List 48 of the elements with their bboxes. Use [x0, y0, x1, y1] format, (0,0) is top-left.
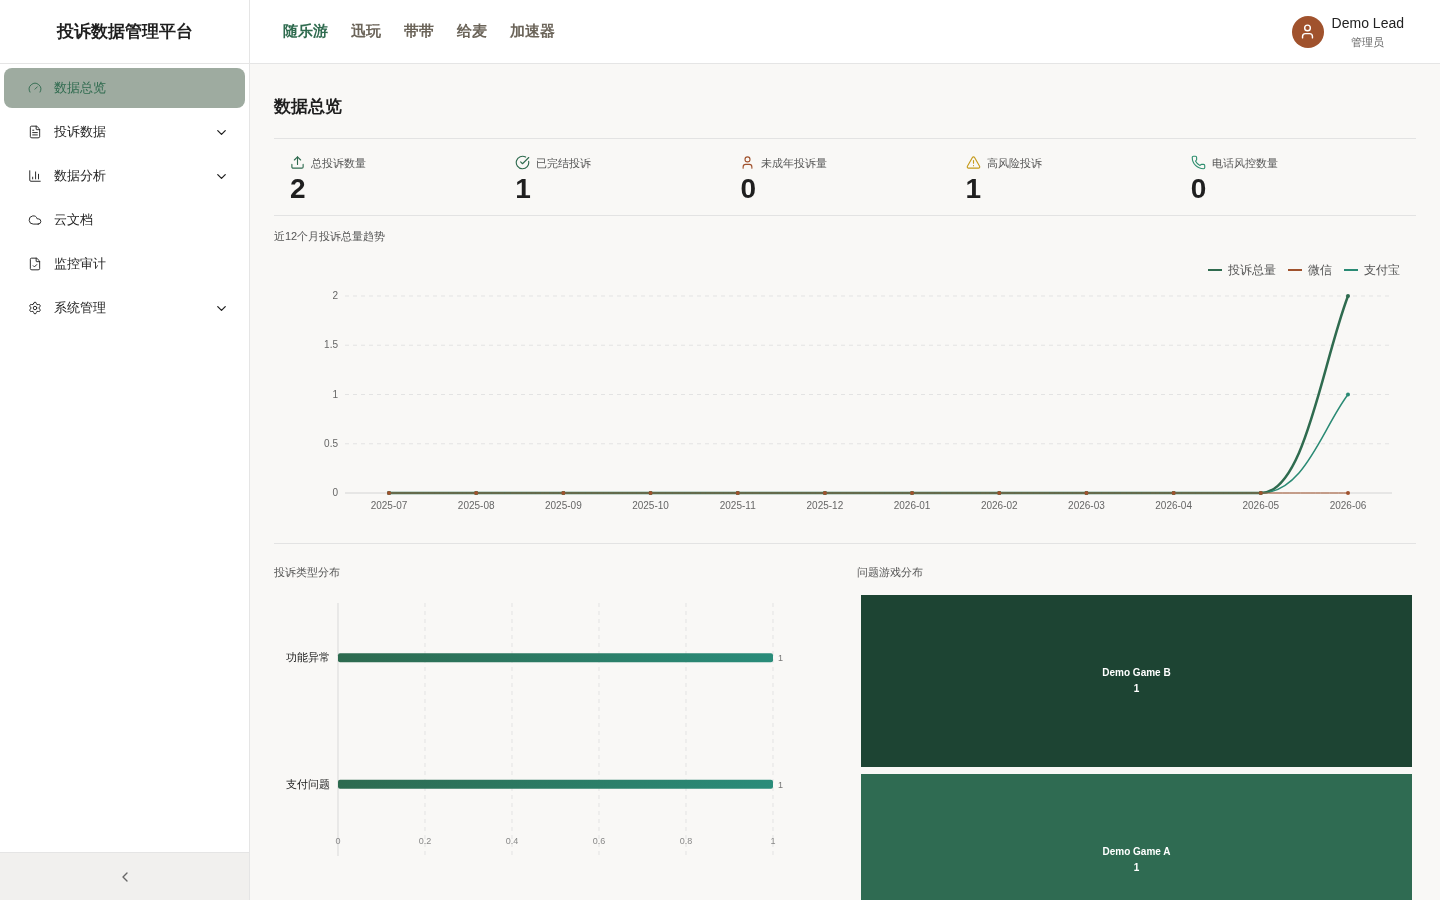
stat-label: 电话风控数量 [1211, 155, 1278, 171]
axis-tick-label: 0.8 [679, 836, 693, 846]
app-title: 投诉数据管理平台 [56, 20, 193, 43]
stat-value: 0 [740, 172, 757, 206]
axis-tick-label: 0.4 [505, 836, 519, 846]
chart-title: 问题游戏分布 [857, 564, 924, 580]
axis-tick-label: 1.5 [324, 338, 338, 350]
axis-tick-label: 1 [770, 836, 776, 846]
stat-value: 0 [1190, 172, 1208, 206]
stat-label: 已完结投诉 [536, 155, 592, 171]
axis-category-label: 支付问题 [286, 777, 330, 790]
axis-tick-label: 2026-01 [893, 499, 931, 511]
axis-tick-label: 2025-11 [719, 499, 756, 511]
user-name: Demo Lead [1331, 13, 1404, 33]
axis-tick-label: 2026-04 [1155, 499, 1192, 511]
axis-tick-label: 2025-07 [370, 499, 408, 511]
axis-tick-label: 2025-09 [545, 499, 582, 511]
bar-value-label: 1 [778, 779, 783, 790]
stat-value: 2 [290, 172, 307, 206]
axis-tick-label: 2026-03 [1068, 499, 1105, 511]
stat-value: 1 [515, 172, 532, 206]
treemap-value: 1 [1133, 682, 1140, 696]
user-role: 管理员 [1351, 34, 1385, 50]
axis-tick-label: 0.5 [324, 437, 338, 449]
axis-tick-label: 2025-12 [806, 499, 844, 511]
page-title: 数据总览 [274, 64, 1416, 139]
stat-label: 未成年投诉量 [761, 155, 828, 171]
axis-tick-label: 0.2 [418, 836, 432, 846]
axis-category-label: 功能异常 [286, 651, 330, 664]
chart-title: 投诉类型分布 [274, 564, 341, 580]
chart-title: 近12个月投诉总量趋势 [274, 229, 387, 244]
axis-tick-label: 2 [332, 289, 338, 301]
stat-label: 总投诉数量 [311, 155, 366, 171]
stat-value: 1 [965, 172, 983, 206]
axis-tick-label: 2025-10 [632, 499, 669, 511]
axis-tick-label: 0 [335, 836, 341, 846]
axis-tick-label: 0 [332, 486, 338, 498]
axis-tick-label: 2026-02 [980, 499, 1018, 511]
stat-label: 高风险投诉 [986, 155, 1042, 171]
axis-tick-label: 2025-08 [457, 499, 495, 511]
axis-tick-label: 2026-05 [1242, 499, 1280, 511]
axis-tick-label: 1 [332, 388, 338, 399]
treemap-label: Demo Game A [1102, 845, 1171, 859]
axis-tick-label: 2026-06 [1329, 499, 1367, 511]
axis-tick-label: 0.6 [592, 836, 606, 846]
bar-value-label: 1 [778, 653, 783, 664]
treemap-label: Demo Game B [1102, 666, 1171, 680]
treemap-value: 1 [1133, 861, 1140, 875]
